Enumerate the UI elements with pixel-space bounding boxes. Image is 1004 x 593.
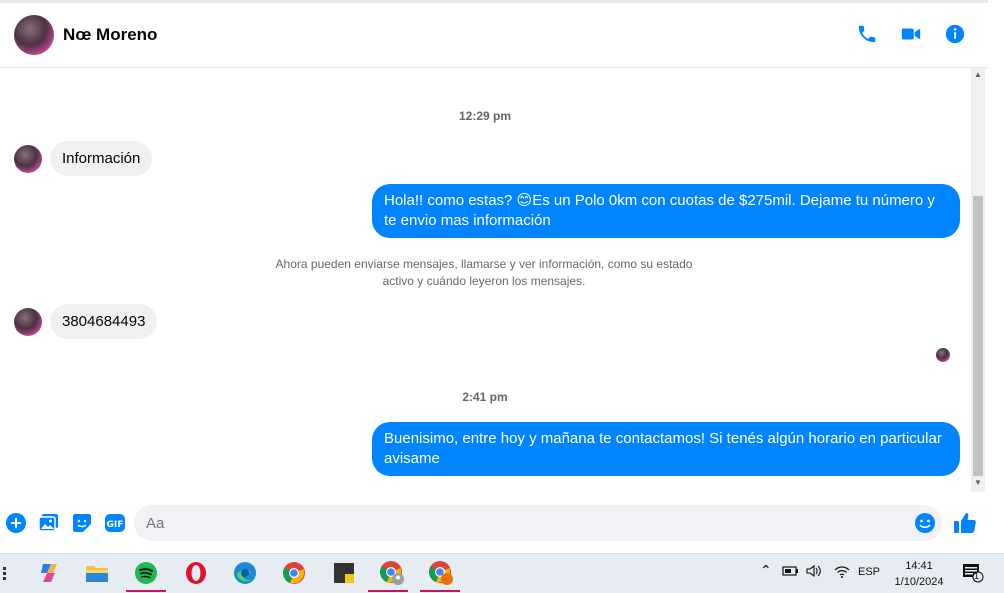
chevron-up-icon[interactable]: ⌃: [760, 562, 772, 579]
sender-avatar[interactable]: [14, 144, 42, 173]
wifi-icon[interactable]: [834, 564, 850, 581]
language-indicator[interactable]: ESP: [858, 566, 880, 578]
timestamp-separator: 12:29 pm: [458, 109, 512, 123]
chrome-profile-icon[interactable]: [428, 560, 454, 586]
notification-count-badge: 1: [974, 571, 980, 581]
start-menu-icon[interactable]: [0, 560, 14, 586]
spotify-icon[interactable]: [133, 560, 159, 586]
message-list[interactable]: 12:29 pm Información Hola!! como estas? …: [0, 68, 970, 492]
timestamp-separator: 2:41 pm: [462, 390, 508, 404]
plus-icon[interactable]: [5, 512, 27, 534]
battery-icon[interactable]: [782, 564, 800, 581]
volume-icon[interactable]: [806, 564, 822, 581]
composer-actions: GIF: [5, 512, 126, 534]
contact-name[interactable]: Nœ Moreno: [63, 25, 157, 45]
system-notice: Ahora pueden enviarse mensajes, llamarse…: [250, 256, 718, 290]
copilot-icon[interactable]: [36, 560, 62, 586]
edge-icon[interactable]: [232, 560, 258, 586]
outgoing-message-bubble[interactable]: Buenisimo, entre hoy y mañana te contact…: [372, 422, 960, 476]
emoji-icon[interactable]: [914, 512, 936, 539]
messenger-window: Nœ Moreno 12:29 pm Información Hola!! co…: [0, 0, 1004, 593]
notification-center-icon[interactable]: [962, 563, 984, 586]
sticky-notes-icon[interactable]: [331, 560, 357, 586]
outgoing-message-bubble[interactable]: Hola!! como estas? 😊Es un Polo 0km con c…: [372, 184, 960, 238]
incoming-message-bubble[interactable]: Información: [50, 141, 153, 176]
clock-date: 1/10/2024: [894, 576, 944, 588]
file-explorer-icon[interactable]: [84, 560, 110, 586]
incoming-message-row: Información: [14, 141, 153, 176]
thumbs-up-icon[interactable]: [953, 511, 977, 540]
svg-text:GIF: GIF: [107, 520, 124, 530]
gif-icon[interactable]: GIF: [104, 512, 126, 534]
chrome-icon[interactable]: [281, 560, 307, 586]
phone-icon[interactable]: [856, 23, 878, 45]
video-icon[interactable]: [900, 23, 922, 45]
system-clock[interactable]: 14:41 1/10/2024: [880, 558, 958, 590]
running-app-indicator: [420, 590, 460, 592]
clock-time: 14:41: [905, 560, 933, 572]
chat-scrollbar[interactable]: ▲ ▼: [971, 68, 985, 492]
conversation-header: Nœ Moreno: [0, 0, 988, 68]
system-notice-line: Ahora pueden enviarse mensajes, llamarse…: [275, 257, 693, 271]
contact-avatar[interactable]: [14, 15, 54, 55]
running-app-indicator: [126, 590, 166, 592]
sticker-icon[interactable]: [71, 512, 93, 534]
incoming-message-bubble[interactable]: 3804684493: [50, 304, 158, 339]
info-icon[interactable]: [944, 23, 966, 45]
scroll-down-arrow-icon[interactable]: ▼: [974, 478, 982, 487]
running-app-indicator: [368, 590, 408, 592]
scrollbar-thumb[interactable]: [973, 196, 983, 476]
header-actions: [856, 23, 966, 45]
image-icon[interactable]: [38, 512, 60, 534]
opera-icon[interactable]: [183, 560, 209, 586]
system-notice-line: activo y cuándo leyeron los mensajes.: [382, 274, 586, 288]
windows-taskbar: ⌃ ESP 14:41 1/10/2024 1: [0, 553, 1004, 593]
message-input[interactable]: [134, 505, 942, 541]
scroll-up-arrow-icon[interactable]: ▲: [974, 70, 982, 79]
chrome-profile-icon[interactable]: [379, 560, 405, 586]
incoming-message-row: 3804684493: [14, 304, 158, 339]
sender-avatar[interactable]: [14, 307, 42, 336]
seen-indicator-avatar: [936, 348, 950, 362]
message-composer: GIF: [0, 500, 988, 546]
